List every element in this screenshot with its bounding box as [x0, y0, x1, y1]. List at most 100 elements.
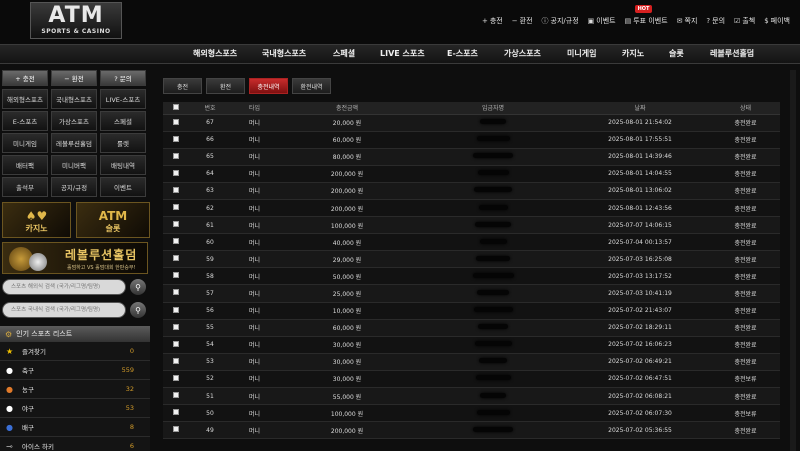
row-checkbox[interactable]: [172, 135, 179, 142]
sport-item[interactable]: ● 축구 559: [0, 361, 150, 380]
domestic-search-input[interactable]: [2, 302, 126, 318]
nav-item[interactable]: E-스포츠: [447, 48, 478, 59]
top-menu-ticket[interactable]: ▤ 투표 이벤트 HOT: [625, 5, 668, 26]
row-number: 58: [188, 267, 232, 286]
sport-item[interactable]: ● 야구 53: [0, 399, 150, 418]
sidebar-menu-item[interactable]: 이벤트: [100, 177, 146, 197]
select-all-header[interactable]: [163, 102, 188, 115]
row-checkbox[interactable]: [172, 221, 179, 228]
search-icon[interactable]: ⚲: [130, 279, 146, 295]
row-checkbox[interactable]: [172, 272, 179, 279]
sidebar-menu-item[interactable]: 레볼루션홀덤: [51, 133, 97, 153]
top-menu-plus[interactable]: + 충전: [482, 16, 503, 26]
sidebar-menu-item[interactable]: 배터팩: [2, 155, 48, 175]
row-checkbox[interactable]: [172, 323, 179, 330]
sidebar-quick-button[interactable]: + 충전: [2, 70, 48, 86]
nav-item[interactable]: LIVE 스포츠: [380, 48, 425, 59]
row-checkbox[interactable]: [172, 374, 179, 381]
row-checkbox[interactable]: [172, 204, 179, 211]
top-menu-gift[interactable]: ▣ 이벤트: [588, 16, 616, 26]
sidebar-menu-item[interactable]: 국내형스포츠: [51, 89, 97, 109]
sport-name: 야구: [22, 405, 34, 413]
slot-banner[interactable]: ATM 슬롯: [76, 202, 150, 238]
sidebar-menu-item[interactable]: 스페셜: [100, 111, 146, 131]
search-icon[interactable]: ⚲: [130, 302, 146, 318]
row-checkbox[interactable]: [172, 340, 179, 347]
row-depositor: [417, 131, 569, 149]
sidebar-menu-item[interactable]: 해외형스포츠: [2, 89, 48, 109]
casino-banner[interactable]: ♠♥ 카지노: [2, 202, 71, 238]
top-menu-minus[interactable]: − 환전: [512, 16, 533, 26]
row-select-cell: [163, 353, 188, 371]
depositor-redacted: [478, 204, 508, 210]
sidebar-menu-item[interactable]: 룰렛: [100, 133, 146, 153]
tab-item[interactable]: 충전내역: [249, 78, 288, 94]
top-menu-info[interactable]: ⓘ 공지/규정: [542, 16, 579, 26]
row-checkbox[interactable]: [172, 409, 179, 416]
sport-count: 8: [129, 423, 134, 431]
sidebar-quick-button[interactable]: − 환전: [51, 70, 97, 86]
row-checkbox[interactable]: [172, 238, 179, 245]
holdem-banner[interactable]: 레볼루션홀덤 홀덤하고 VS 홀덤대회 한판승부!: [2, 242, 148, 274]
row-checkbox[interactable]: [172, 152, 179, 159]
row-depositor: [417, 267, 569, 286]
sidebar-menu-item[interactable]: 미니게임: [2, 133, 48, 153]
nav-item[interactable]: 해외형스포츠: [193, 48, 237, 59]
row-checkbox[interactable]: [172, 357, 179, 364]
top-menu-check[interactable]: ☑ 출첵: [734, 16, 755, 26]
sports-list: ★ 즐겨찾기 0 ● 축구 559 ● 농구 32 ● 야구 53 ● 배구 8 ⊸ 아이스 하키 6: [0, 342, 150, 451]
row-type: 머니: [232, 148, 277, 166]
row-date: 2025-07-02 06:08:21: [569, 387, 711, 406]
nav-item[interactable]: 카지노: [622, 48, 644, 59]
row-depositor: [417, 182, 569, 200]
site-logo[interactable]: ATM SPORTS & CASINO: [30, 2, 122, 39]
nav-item[interactable]: 스페셜: [333, 48, 355, 59]
sidebar-menu-item[interactable]: 출석부: [2, 177, 48, 197]
page-scrollbar[interactable]: [790, 70, 796, 451]
row-number: 53: [188, 353, 232, 371]
row-depositor: [417, 148, 569, 166]
row-type: 머니: [232, 284, 277, 303]
sport-item[interactable]: ★ 즐겨찾기 0: [0, 342, 150, 361]
sidebar-quick-button[interactable]: ? 문의: [100, 70, 146, 86]
sport-item[interactable]: ● 농구 32: [0, 380, 150, 399]
depositor-redacted: [476, 255, 510, 261]
nav-item[interactable]: 국내형스포츠: [262, 48, 306, 59]
sidebar-menu-item[interactable]: LIVE-스포츠: [100, 89, 146, 109]
top-menu-message[interactable]: ✉ 쪽지: [677, 16, 698, 26]
nav-item[interactable]: 미니게임: [567, 48, 596, 59]
info-icon: ⓘ: [541, 17, 549, 25]
sidebar-menu-item[interactable]: 공지/규정: [51, 177, 97, 197]
row-checkbox[interactable]: [172, 255, 179, 262]
select-all-checkbox[interactable]: [172, 103, 179, 110]
nav-item[interactable]: 레볼루션홀덤: [710, 48, 754, 59]
row-type: 머니: [232, 216, 277, 235]
row-checkbox[interactable]: [172, 186, 179, 193]
row-checkbox[interactable]: [172, 392, 179, 399]
tab-item[interactable]: 환전: [206, 78, 245, 94]
nav-item[interactable]: 슬롯: [669, 48, 684, 59]
sport-count: 32: [125, 385, 134, 393]
row-checkbox[interactable]: [172, 306, 179, 313]
top-menu-question[interactable]: ? 문의: [706, 16, 725, 26]
row-checkbox[interactable]: [172, 289, 179, 296]
depositor-redacted: [475, 375, 511, 381]
row-checkbox[interactable]: [172, 169, 179, 176]
tab-item[interactable]: 충전: [163, 78, 202, 94]
top-menu-payback[interactable]: $ 페이백: [764, 16, 790, 26]
sidebar-menu-item[interactable]: 미니버팩: [51, 155, 97, 175]
overseas-search-input[interactable]: [2, 279, 126, 295]
sidebar-menu-item[interactable]: 배팅내역: [100, 155, 146, 175]
nav-item[interactable]: 가상스포츠: [504, 48, 541, 59]
sidebar-menu-item[interactable]: E-스포츠: [2, 111, 48, 131]
header: ATM SPORTS & CASINO + 충전 − 환전 ⓘ 공지/규정 ▣ 이벤트 ▤ 투표 …: [0, 0, 800, 44]
row-checkbox[interactable]: [172, 118, 179, 125]
sidebar: + 충전 − 환전? 문의 해외형스포츠 국내형스포츠 LIVE-스포츠 E-스포츠 가상…: [0, 70, 150, 451]
row-checkbox[interactable]: [172, 426, 179, 433]
row-date: 2025-07-02 06:07:30: [569, 404, 711, 423]
sidebar-banners: ♠♥ 카지노 ATM 슬롯: [2, 202, 150, 238]
tab-item[interactable]: 환전내역: [292, 78, 331, 94]
sport-item[interactable]: ● 배구 8: [0, 418, 150, 437]
sport-item[interactable]: ⊸ 아이스 하키 6: [0, 437, 150, 451]
sidebar-menu-item[interactable]: 가상스포츠: [51, 111, 97, 131]
